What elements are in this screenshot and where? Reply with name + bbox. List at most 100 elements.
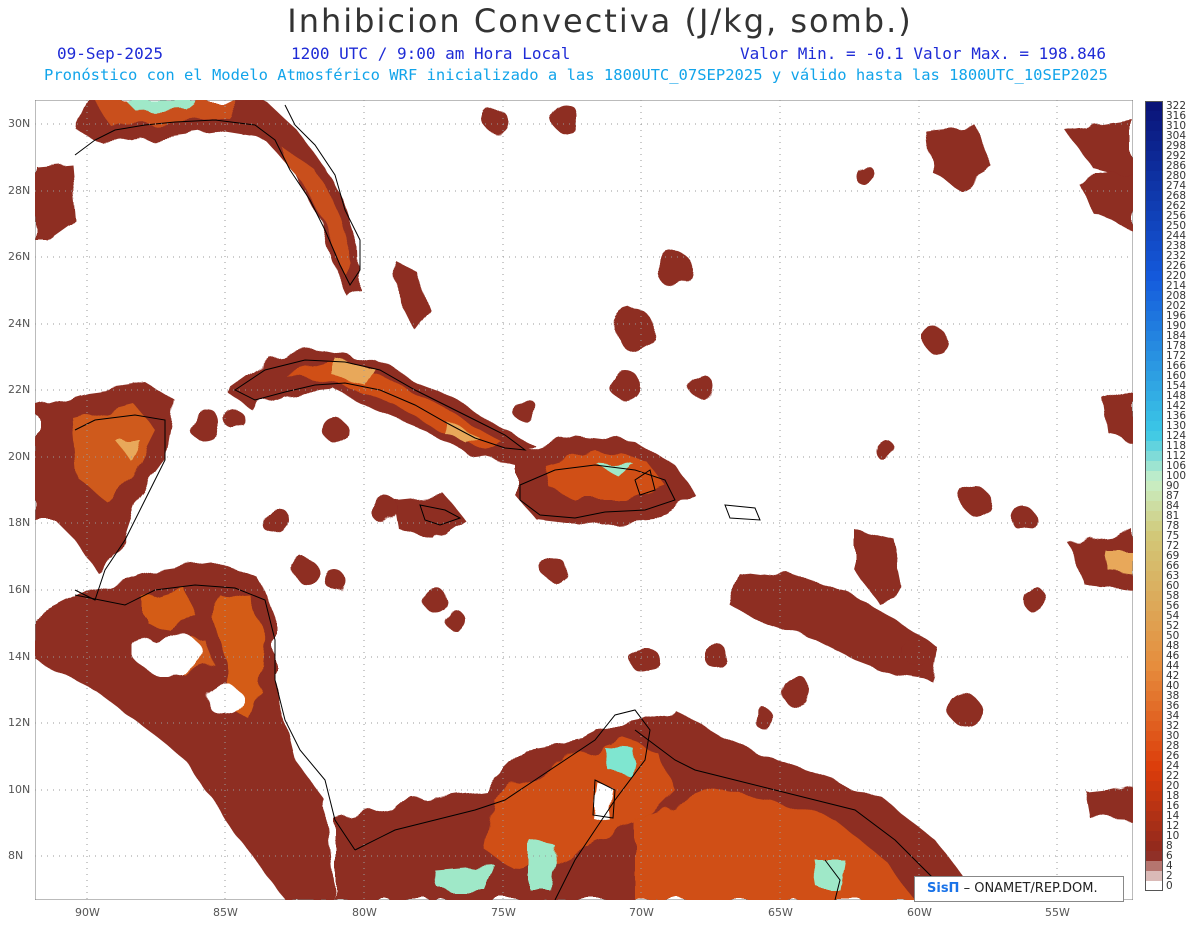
colorbar-swatch <box>1145 291 1163 302</box>
colorbar-swatch <box>1145 591 1163 602</box>
lon-label: 80W <box>352 906 377 919</box>
colorbar-swatch <box>1145 561 1163 572</box>
lat-label: 18N <box>8 516 31 529</box>
colorbar-swatch <box>1145 301 1163 312</box>
min-max-values: Valor Min. = -0.1 Valor Max. = 198.846 <box>740 44 1107 63</box>
lat-label: 20N <box>8 450 31 463</box>
colorbar-swatch <box>1145 551 1163 562</box>
lon-label: 55W <box>1045 906 1070 919</box>
colorbar-swatch <box>1145 671 1163 682</box>
lat-label: 28N <box>8 184 31 197</box>
colorbar-swatch <box>1145 181 1163 192</box>
colorbar-swatch <box>1145 281 1163 292</box>
colorbar-swatch <box>1145 681 1163 692</box>
onamet-credit: – ONAMET/REP.DOM. <box>963 881 1098 896</box>
valid-time: 1200 UTC / 9:00 am Hora Local <box>291 44 571 63</box>
colorbar-swatch <box>1145 131 1163 142</box>
colorbar-swatch <box>1145 161 1163 172</box>
colorbar-swatch <box>1145 831 1163 842</box>
lon-label: 65W <box>768 906 793 919</box>
colorbar-swatch <box>1145 731 1163 742</box>
lat-label: 8N <box>8 849 24 862</box>
colorbar-swatch <box>1145 341 1163 352</box>
colorbar-swatch <box>1145 401 1163 412</box>
colorbar-swatch <box>1145 501 1163 512</box>
colorbar-swatch <box>1145 781 1163 792</box>
lat-label: 30N <box>8 117 31 130</box>
colorbar-swatch <box>1145 121 1163 132</box>
lat-label: 12N <box>8 716 31 729</box>
colorbar-swatch <box>1145 601 1163 612</box>
colorbar-swatch <box>1145 771 1163 782</box>
colorbar-swatch <box>1145 391 1163 402</box>
colorbar-swatch <box>1145 221 1163 232</box>
forecast-map <box>35 100 1133 900</box>
colorbar-swatch <box>1145 211 1163 222</box>
colorbar <box>1145 101 1163 891</box>
lon-label: 90W <box>75 906 100 919</box>
colorbar-swatch <box>1145 611 1163 622</box>
colorbar-swatch <box>1145 191 1163 202</box>
lat-label: 22N <box>8 383 31 396</box>
colorbar-swatch <box>1145 141 1163 152</box>
colorbar-swatch <box>1145 541 1163 552</box>
colorbar-swatch <box>1145 101 1163 112</box>
colorbar-swatch <box>1145 641 1163 652</box>
map-title: Inhibicion Convectiva (J/kg, somb.) <box>287 2 913 40</box>
colorbar-swatch <box>1145 821 1163 832</box>
logo-box: SisΠ – ONAMET/REP.DOM. <box>914 876 1124 902</box>
colorbar-swatch <box>1145 251 1163 262</box>
colorbar-swatch <box>1145 311 1163 322</box>
lon-label: 85W <box>213 906 238 919</box>
colorbar-swatch <box>1145 361 1163 372</box>
colorbar-swatch <box>1145 701 1163 712</box>
colorbar-swatch <box>1145 571 1163 582</box>
colorbar-swatch <box>1145 661 1163 672</box>
colorbar-swatch <box>1145 321 1163 332</box>
colorbar-swatch <box>1145 471 1163 482</box>
sispi-logo: SisΠ <box>927 881 960 896</box>
colorbar-swatch <box>1145 271 1163 282</box>
colorbar-swatch <box>1145 751 1163 762</box>
colorbar-swatch <box>1145 171 1163 182</box>
colorbar-swatch <box>1145 741 1163 752</box>
colorbar-swatch <box>1145 851 1163 862</box>
colorbar-swatch <box>1145 871 1163 882</box>
colorbar-swatch <box>1145 421 1163 432</box>
colorbar-swatch <box>1145 531 1163 542</box>
colorbar-swatch <box>1145 231 1163 242</box>
colorbar-swatch <box>1145 201 1163 212</box>
colorbar-swatch <box>1145 331 1163 342</box>
colorbar-swatch <box>1145 631 1163 642</box>
colorbar-swatch <box>1145 861 1163 872</box>
lon-label: 60W <box>907 906 932 919</box>
colorbar-swatch <box>1145 581 1163 592</box>
colorbar-swatch <box>1145 651 1163 662</box>
colorbar-swatch <box>1145 791 1163 802</box>
colorbar-swatch <box>1145 371 1163 382</box>
colorbar-swatch <box>1145 621 1163 632</box>
colorbar-swatch <box>1145 841 1163 852</box>
lat-label: 14N <box>8 650 31 663</box>
forecast-description: Pronóstico con el Modelo Atmosférico WRF… <box>44 66 1108 84</box>
lat-label: 26N <box>8 250 31 263</box>
colorbar-swatch <box>1145 381 1163 392</box>
colorbar-swatch <box>1145 721 1163 732</box>
lat-label: 16N <box>8 583 31 596</box>
colorbar-swatch <box>1145 511 1163 522</box>
colorbar-swatch <box>1145 811 1163 822</box>
colorbar-swatch <box>1145 151 1163 162</box>
colorbar-swatch <box>1145 351 1163 362</box>
colorbar-swatch <box>1145 521 1163 532</box>
colorbar-swatch <box>1145 111 1163 122</box>
colorbar-label: 0 <box>1166 880 1173 892</box>
lat-label: 10N <box>8 783 31 796</box>
valid-date: 09-Sep-2025 <box>57 44 163 63</box>
colorbar-swatch <box>1145 261 1163 272</box>
colorbar-swatch <box>1145 801 1163 812</box>
colorbar-swatch <box>1145 241 1163 252</box>
colorbar-swatch <box>1145 451 1163 462</box>
colorbar-swatch <box>1145 761 1163 772</box>
colorbar-swatch <box>1145 881 1163 891</box>
lon-label: 70W <box>629 906 654 919</box>
